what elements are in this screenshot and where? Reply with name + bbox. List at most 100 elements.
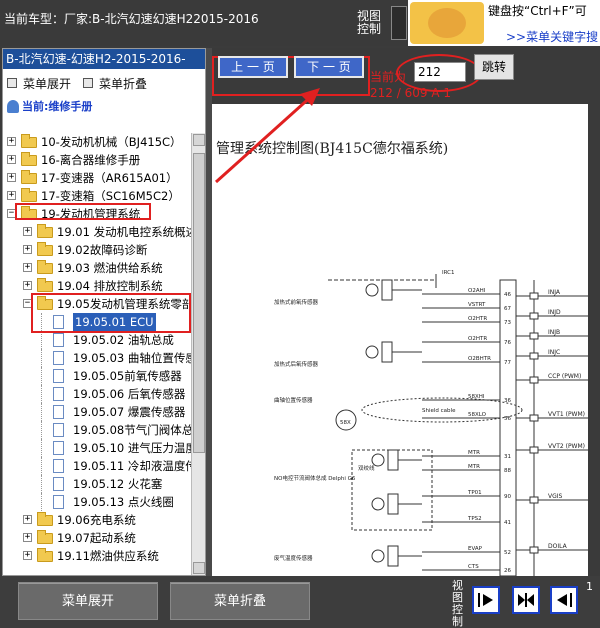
driver-box [529,376,539,384]
tree-leaf-item[interactable]: 19.05.03 曲轴位置传感器 [3,349,191,367]
tree-scrollbar[interactable] [191,133,205,575]
menu-keyword-search-link[interactable]: >>菜单关键字搜 [506,28,598,45]
jump-button[interactable]: 跳转 [474,54,514,80]
top-bar: 当前车型：厂家:B-北汽幻速幻速H22015-2016 视图控制 键盘按“Ctr… [0,0,600,46]
pin-label-right: VVT1 (PWM) [548,411,585,418]
bottom-view-control-label: 视图控制 [452,579,463,628]
expand-node-icon[interactable]: + [23,551,32,560]
expand-node-icon[interactable]: + [7,191,16,200]
document-icon [53,423,64,437]
view-split-button[interactable] [512,586,540,614]
annotation-box-components [31,293,191,333]
pin-label-right: INJA [548,289,561,296]
tree-leaf-item[interactable]: 19.05.10 进气压力温度传感器 [3,439,191,457]
tree-leaf-item[interactable]: 19.05.06 后氧传感器 [3,385,191,403]
tree-item-label: 19.05.10 进气压力温度传感器 [73,441,191,455]
expand-menu-button[interactable]: 菜单展开 [7,75,71,92]
expand-node-icon[interactable]: + [7,173,16,182]
current-manual: 当前:维修手册 [3,97,205,115]
expand-node-icon[interactable]: + [23,281,32,290]
tree-item-label: 19.11燃油供应系统 [57,549,159,563]
schematic-label: 曲轴位置传感器 [274,396,313,404]
expand-node-icon[interactable]: + [23,227,32,236]
pin-number: 46 [504,292,511,298]
tree-leaf-item[interactable]: 19.05.07 爆震传感器 [3,403,191,421]
tree-folder-item[interactable]: +19.02故障码诊断 [3,241,191,259]
tree-leaf-item[interactable]: 19.05.12 火花塞 [3,475,191,493]
document-icon [53,477,64,491]
schematic-label: 加热式后氧传感器 [274,360,319,368]
schematic-label: NO电控节流阀体总成 Delphi G6 [274,474,356,482]
scroll-up-icon[interactable] [193,134,205,146]
driver-box [529,312,539,320]
folder-icon [37,530,53,544]
tree-connector [41,475,42,493]
pin-label-right: CCP (PWM) [548,373,581,380]
folder-icon [37,278,53,292]
wiring-schematic: O2AHI46VSTRT67O2HTR73O2HTR76O2BHTR7758XH… [274,270,600,576]
view-control-label: 视图控制 [357,9,382,36]
expand-node-icon[interactable]: + [23,533,32,542]
search-hint-panel: 键盘按“Ctrl+F”可 >>菜单关键字搜 [408,0,600,46]
bottom-expand-menu-button[interactable]: 菜单展开 [18,582,158,620]
view-control-slot[interactable] [391,6,407,40]
tree-folder-item[interactable]: +17-变速器（AR615A01） [3,169,191,187]
collapse-menu-label: 菜单折叠 [99,76,148,91]
arrow-right-bar-icon [478,593,493,607]
pin-number: 31 [504,454,511,460]
expand-node-icon[interactable]: + [23,515,32,524]
tree-connector [41,331,42,349]
expand-node-icon[interactable]: + [23,245,32,254]
tree-folder-item[interactable]: +10-发动机机械（BJ415C） [3,133,191,151]
tree-folder-item[interactable]: +19.01 发动机电控系统概述 [3,223,191,241]
tree-item-label: 19.05.02 油轨总成 [73,333,174,347]
folder-icon [37,224,53,238]
document-icon [53,459,64,473]
next-page-button[interactable]: 下 一 页 [294,56,364,78]
schematic-label: 58X [340,420,351,426]
tree-leaf-item[interactable]: 19.05.02 油轨总成 [3,331,191,349]
tree-folder-item[interactable]: +19.07起动系统 [3,529,191,547]
pin-label-left: O2BHTR [468,356,491,362]
tree-folder-item[interactable]: +16-离合器维修手册 [3,151,191,169]
tree-item-label: 19.05.12 火花塞 [73,477,163,491]
viewer-scrollbar[interactable] [588,48,600,576]
scroll-thumb[interactable] [193,153,205,453]
annotation-arrow [214,88,320,184]
tree-item-label: 19.06充电系统 [57,513,136,527]
tree-connector [41,349,42,367]
folder-icon [37,512,53,526]
current-car-label: 当前车型：厂家:B-北汽幻速幻速H22015-2016 [4,12,259,26]
folder-icon [37,548,53,562]
tree-folder-item[interactable]: +19.03 燃油供给系统 [3,259,191,277]
pin-label-left: O2HTR [468,316,487,322]
tree-leaf-item[interactable]: 19.05.11 冷却液温度传感器 [3,457,191,475]
tree-leaf-item[interactable]: 19.05.13 点火线圈 [3,493,191,511]
tree-folder-item[interactable]: +19.11燃油供应系统 [3,547,191,565]
view-left-button[interactable] [550,586,578,614]
folder-icon [37,242,53,256]
collapse-menu-button[interactable]: 菜单折叠 [83,75,147,92]
folder-icon [21,152,37,166]
sensor-resistor [381,279,393,301]
sensor-resistor [387,545,399,567]
tree-leaf-item[interactable]: 19.05.05前氧传感器 [3,367,191,385]
pin-number: 90 [504,494,511,500]
expand-node-icon[interactable]: + [7,137,16,146]
scroll-down-icon[interactable] [193,562,205,574]
bottom-collapse-menu-button[interactable]: 菜单折叠 [170,582,310,620]
view-right-button[interactable] [472,586,500,614]
tree-leaf-item[interactable]: 19.05.08节气门阀体总成 [3,421,191,439]
tree-item-label: 19.05.07 爆震传感器 [73,405,186,419]
tree-folder-item[interactable]: +19.06充电系统 [3,511,191,529]
sensor-coil [365,283,379,297]
expand-node-icon[interactable]: + [7,155,16,164]
pin-number: 73 [504,320,511,326]
pin-label-left: VSTRT [468,302,486,308]
pin-label-left: O2AHI [468,288,486,294]
pin-number: 76 [504,340,511,346]
expand-node-icon[interactable]: + [23,263,32,272]
tree-connector [41,439,42,457]
prev-page-button[interactable]: 上 一 页 [218,56,288,78]
schematic-label: 废气温度传感器 [274,554,313,562]
